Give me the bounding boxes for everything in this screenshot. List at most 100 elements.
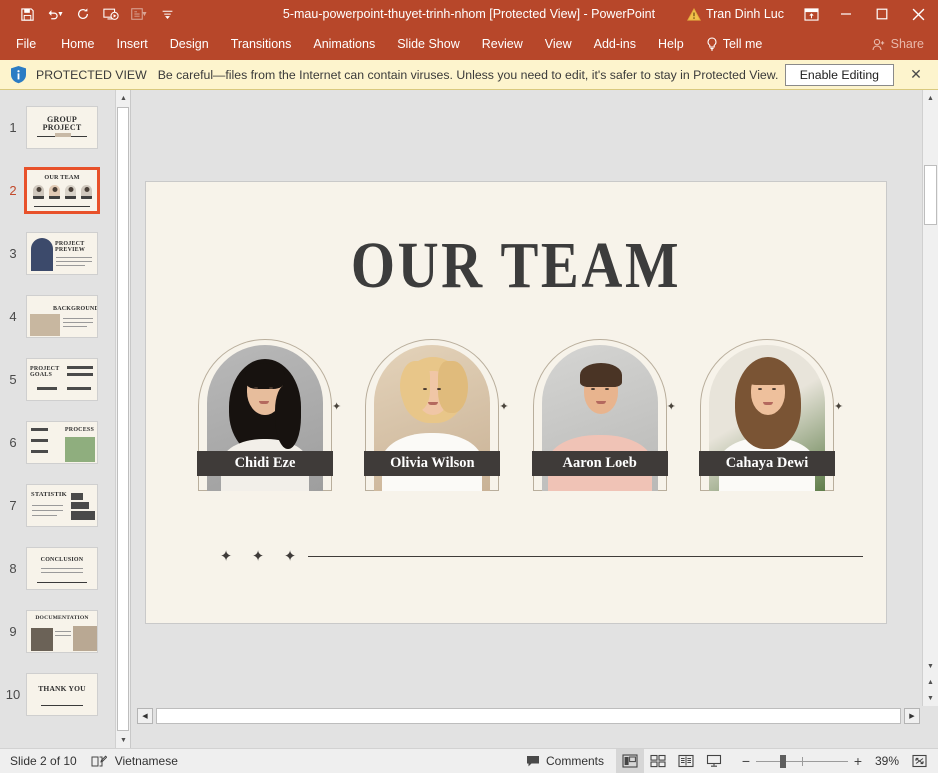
scrollbar-thumb[interactable] (117, 107, 129, 731)
slide-preview[interactable]: PROCESS (26, 421, 98, 464)
close-button[interactable] (900, 0, 936, 28)
maximize-button[interactable] (864, 0, 900, 28)
zoom-out-button[interactable]: − (736, 749, 756, 773)
diamond-accent-icon: ✦ (834, 403, 843, 412)
ribbon-tab-bar: File Home Insert Design Transitions Anim… (0, 28, 938, 60)
scroll-down-icon[interactable]: ▼ (116, 732, 131, 748)
tab-view[interactable]: View (534, 28, 583, 60)
slide-preview[interactable]: THANK YOU (26, 673, 98, 716)
zoom-in-button[interactable]: + (848, 749, 868, 773)
fit-to-window-button[interactable] (906, 749, 932, 773)
tell-me-search[interactable]: Tell me (695, 28, 774, 60)
tab-slide-show[interactable]: Slide Show (386, 28, 471, 60)
share-button[interactable]: Share (862, 28, 938, 60)
text-line (55, 635, 71, 636)
slide-preview[interactable]: OUR TEAM (24, 167, 100, 214)
slide-number: 2 (0, 183, 26, 198)
thumbnail-slide-7[interactable]: 7 STATISTIK (0, 474, 130, 537)
slide-preview[interactable]: PROJECT PREVIEW (26, 232, 98, 275)
close-protected-view-icon[interactable]: ✕ (902, 61, 930, 89)
comments-button[interactable]: Comments (514, 749, 616, 773)
user-account[interactable]: Tran Dinh Luc (677, 0, 794, 28)
slide-editing-surface[interactable]: OUR TEAM (145, 181, 887, 624)
slide-preview[interactable]: GROUP PROJECT (26, 106, 98, 149)
fit-slide-icon (912, 754, 927, 768)
slide-preview[interactable]: STATISTIK (26, 484, 98, 527)
proofing-status-icon[interactable] (77, 755, 115, 768)
scroll-up-icon[interactable]: ▲ (923, 90, 938, 106)
tab-design[interactable]: Design (159, 28, 220, 60)
thumbnail-slide-4[interactable]: 4 BACKGROUND (0, 285, 130, 348)
slide-position-indicator[interactable]: Slide 2 of 10 (0, 754, 77, 768)
thumbnail-slide-3[interactable]: 3 PROJECT PREVIEW (0, 222, 130, 285)
normal-view-button[interactable] (616, 749, 644, 773)
redo-icon[interactable] (70, 2, 96, 26)
language-indicator[interactable]: Vietnamese (115, 754, 178, 768)
thumbnail-slide-8[interactable]: 8 CONCLUSION (0, 537, 130, 600)
thumbnail-slide-1[interactable]: 1 GROUP PROJECT (0, 96, 130, 159)
save-icon[interactable] (14, 2, 40, 26)
thumbnail-slide-10[interactable]: 10 THANK YOU (0, 663, 130, 726)
slide-show-view-button[interactable] (700, 749, 728, 773)
mini-photo (65, 437, 95, 462)
deco-rule (34, 206, 90, 207)
tab-add-ins[interactable]: Add-ins (583, 28, 647, 60)
slide-preview[interactable]: PROJECT GOALS (26, 358, 98, 401)
canvas-horizontal-scrollbar[interactable]: ◀ ▶ (131, 706, 938, 726)
member-name: Aaron Loeb (563, 455, 637, 472)
zoom-percentage[interactable]: 39% (868, 754, 906, 768)
deco-block (31, 428, 48, 431)
scrollbar-thumb[interactable] (924, 165, 937, 225)
slide-preview-title: PROJECT PREVIEW (55, 241, 94, 254)
mini-photo (73, 626, 97, 651)
tab-file[interactable]: File (0, 28, 50, 60)
thumbnail-scrollbar[interactable]: ▲ ▼ (115, 90, 130, 748)
thumbnail-slide-6[interactable]: 6 PROCESS (0, 411, 130, 474)
tab-help[interactable]: Help (647, 28, 695, 60)
ribbon-display-options-icon[interactable] (794, 0, 828, 28)
scrollbar-track[interactable] (156, 708, 901, 724)
tab-animations[interactable]: Animations (302, 28, 386, 60)
text-line (41, 572, 83, 573)
scrollbar-thumb[interactable] (156, 708, 901, 724)
slide-preview[interactable]: DOCUMENTATION (26, 610, 98, 653)
previous-slide-icon[interactable]: ▲ (923, 674, 938, 690)
tab-insert[interactable]: Insert (106, 28, 159, 60)
minimize-button[interactable] (828, 0, 864, 28)
diamond-accent-icon: ✦ (499, 403, 508, 412)
slide-number: 8 (0, 561, 26, 576)
presenter-dropdown-icon[interactable]: ▼ (141, 11, 148, 18)
thumbnail-slide-2[interactable]: 2 OUR TEAM (0, 159, 130, 222)
deco-block (67, 387, 91, 390)
thumbnail-slide-9[interactable]: 9 DOCUMENTATION (0, 600, 130, 663)
presenter-view-icon[interactable]: ▼ (126, 2, 152, 26)
slide-title[interactable]: OUR TEAM (198, 228, 834, 304)
tab-review[interactable]: Review (471, 28, 534, 60)
slide-number: 6 (0, 435, 26, 450)
customize-qat-icon[interactable] (154, 2, 180, 26)
thumbnail-slide-5[interactable]: 5 PROJECT GOALS (0, 348, 130, 411)
slide-sorter-view-button[interactable] (644, 749, 672, 773)
slide-preview-title: BACKGROUND (53, 306, 94, 312)
enable-editing-button[interactable]: Enable Editing (785, 64, 894, 86)
start-from-beginning-icon[interactable] (98, 2, 124, 26)
undo-dropdown-icon[interactable]: ▼ (57, 11, 64, 18)
scroll-right-icon[interactable]: ▶ (904, 708, 920, 724)
reading-view-button[interactable] (672, 749, 700, 773)
next-slide-icon[interactable]: ▼ (923, 690, 938, 706)
member-name: Cahaya Dewi (726, 455, 809, 472)
text-line (32, 515, 57, 516)
undo-icon[interactable]: ▼ (42, 2, 68, 26)
scroll-left-icon[interactable]: ◀ (137, 708, 153, 724)
tab-transitions[interactable]: Transitions (220, 28, 303, 60)
slide-preview[interactable]: BACKGROUND (26, 295, 98, 338)
slide-preview[interactable]: CONCLUSION (26, 547, 98, 590)
zoom-slider[interactable] (756, 749, 848, 773)
workspace: 1 GROUP PROJECT 2 OUR TEAM (0, 90, 938, 748)
tab-home[interactable]: Home (50, 28, 105, 60)
scroll-up-icon[interactable]: ▲ (116, 90, 131, 106)
zoom-slider-handle[interactable] (780, 755, 786, 768)
comment-icon (526, 755, 540, 767)
scroll-down-icon[interactable]: ▼ (923, 658, 938, 674)
canvas-vertical-scrollbar[interactable]: ▲ ▼ ▲ ▼ (922, 90, 938, 706)
